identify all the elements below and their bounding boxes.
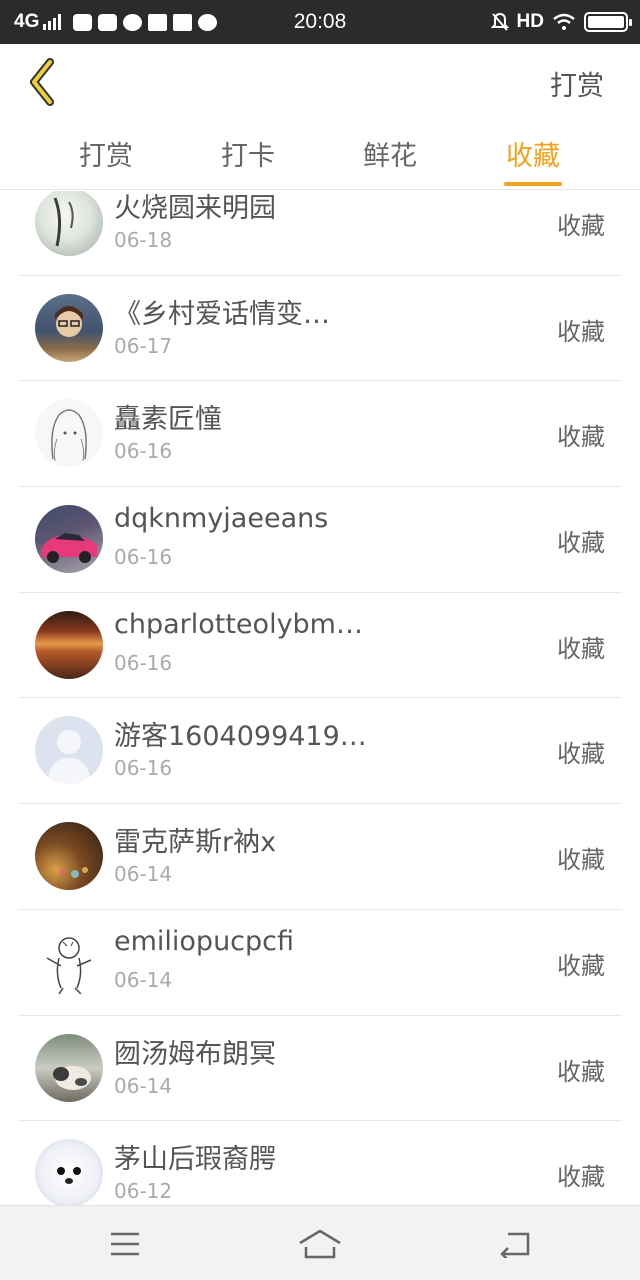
tab-flowers[interactable]: 鲜花	[340, 134, 440, 173]
avatar[interactable]	[35, 822, 103, 891]
list-item[interactable]: 游客1604099419… 06-16 收藏	[18, 698, 622, 805]
mute-bell-icon	[490, 12, 509, 31]
reward-button[interactable]: 打赏	[550, 64, 604, 103]
hd-indicator: HD	[516, 11, 544, 32]
date: 06-18	[114, 228, 173, 252]
favorites-list[interactable]: 火烧圆来明园 06-18 收藏 《乡村爱话情变… 06-17 收藏 矗素匠憧 0…	[0, 191, 640, 1205]
user-name: 《乡村爱话情变…	[114, 298, 330, 330]
avatar[interactable]	[35, 1139, 103, 1205]
list-item[interactable]: 囫汤姆布朗冥 06-14 收藏	[18, 1016, 622, 1122]
list-item[interactable]: 《乡村爱话情变… 06-17 收藏	[18, 276, 622, 382]
list-item[interactable]: chparlotteolybm… 06-16 收藏	[18, 593, 622, 699]
date: 06-12	[114, 1179, 173, 1204]
user-name: 茅山后瑕裔腭	[114, 1144, 276, 1176]
avatar[interactable]	[35, 293, 103, 362]
tab-label: 鲜花	[363, 141, 417, 172]
user-name: 雷克萨斯r衲x	[114, 827, 277, 859]
menu-icon	[111, 1232, 139, 1256]
avatar[interactable]	[35, 610, 103, 679]
list-item[interactable]: dqknmyjaeeans 06-16 收藏	[18, 487, 622, 593]
favorite-label: 收藏	[557, 951, 605, 980]
favorite-label: 收藏	[557, 529, 605, 558]
avatar[interactable]	[35, 1033, 103, 1102]
favorite-label: 收藏	[557, 1057, 605, 1086]
crown-icon	[148, 13, 168, 31]
battery-icon	[584, 12, 632, 32]
favorite-label: 收藏	[557, 1163, 605, 1192]
menu-button[interactable]	[100, 1224, 150, 1264]
active-tab-indicator	[504, 182, 562, 186]
date: 06-17	[114, 333, 173, 358]
tab-label: 打赏	[79, 141, 133, 172]
back-nav-button[interactable]	[490, 1224, 540, 1264]
back-button[interactable]	[20, 56, 64, 108]
user-name: 游客1604099419…	[114, 721, 367, 753]
tab-favorites[interactable]: 收藏	[483, 134, 583, 190]
network-type: 4G	[14, 11, 40, 32]
status-bar: 4G 20:08 HD	[0, 0, 640, 44]
list-item[interactable]: 茅山后瑕裔腭 06-12 收藏	[18, 1121, 622, 1205]
tab-reward[interactable]: 打赏	[56, 134, 156, 173]
date: 06-16	[114, 756, 173, 781]
wifi-icon	[553, 13, 575, 30]
user-name: 火烧圆来明园	[114, 193, 276, 224]
avatar[interactable]	[35, 716, 103, 785]
favorite-label: 收藏	[557, 317, 605, 346]
user-name: emiliopucpcfi	[114, 925, 295, 957]
user-name: chparlotteolybm…	[114, 608, 363, 640]
home-icon	[299, 1229, 341, 1259]
crown-icon	[173, 13, 193, 31]
date: 06-16	[114, 545, 173, 570]
signal-icon	[43, 14, 62, 30]
user-name: 囫汤姆布朗冥	[114, 1038, 276, 1070]
tab-label: 打卡	[221, 141, 275, 172]
tab-checkin[interactable]: 打卡	[198, 134, 298, 173]
favorite-label: 收藏	[557, 740, 605, 769]
home-button[interactable]	[295, 1224, 345, 1264]
favorite-label: 收藏	[557, 634, 605, 663]
list-item[interactable]: emiliopucpcfi 06-14 收藏	[18, 910, 622, 1016]
back-icon	[500, 1232, 530, 1258]
user-name: 矗素匠憧	[114, 404, 222, 436]
list-item[interactable]: 矗素匠憧 06-16 收藏	[18, 381, 622, 488]
avatar[interactable]	[35, 927, 103, 996]
browser-icon	[123, 13, 143, 31]
chevron-left-icon	[30, 58, 54, 106]
avatar[interactable]	[35, 505, 103, 574]
user-name: dqknmyjaeeans	[114, 503, 329, 535]
avatar[interactable]	[35, 399, 103, 468]
date: 06-16	[114, 650, 173, 675]
mail-icon	[98, 13, 118, 31]
header: 打赏	[0, 44, 640, 122]
system-nav-bar	[0, 1205, 640, 1280]
list-item[interactable]: 火烧圆来明园 06-18 收藏	[18, 191, 622, 276]
date: 06-14	[114, 967, 173, 992]
favorite-label: 收藏	[557, 212, 605, 240]
tab-label: 收藏	[506, 141, 560, 172]
favorite-label: 收藏	[557, 423, 605, 452]
video-app-icon	[73, 13, 93, 31]
favorite-label: 收藏	[557, 846, 605, 875]
list-item[interactable]: 雷克萨斯r衲x 06-14 收藏	[18, 804, 622, 910]
date: 06-16	[114, 439, 173, 464]
chat-icon	[198, 13, 218, 31]
avatar[interactable]	[35, 191, 103, 256]
tab-bar: 打赏 打卡 鲜花 收藏	[0, 122, 640, 190]
date: 06-14	[114, 862, 173, 887]
date: 06-14	[114, 1073, 173, 1098]
